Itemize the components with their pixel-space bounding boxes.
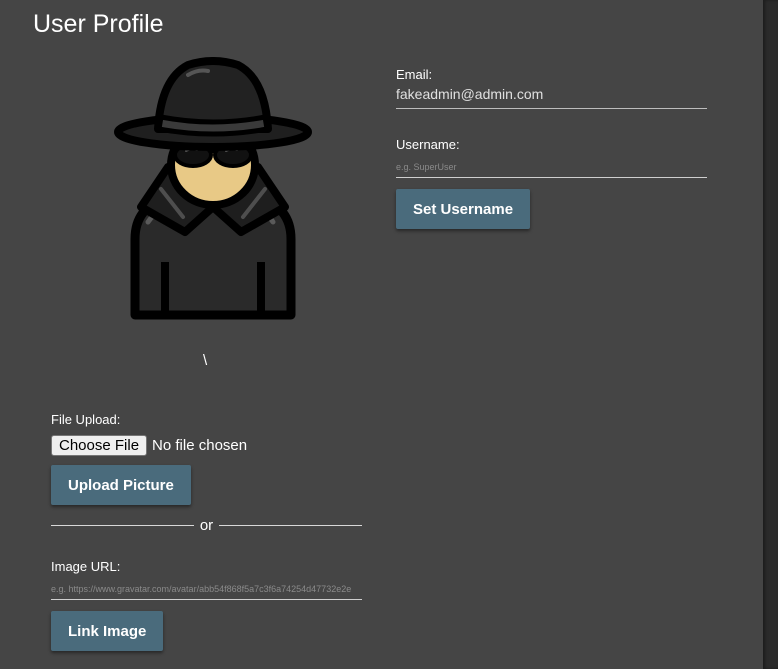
or-divider: or: [51, 515, 362, 535]
spy-avatar-icon: [114, 57, 312, 320]
file-status-text: No file chosen: [152, 436, 248, 454]
choose-file-button[interactable]: Choose File: [51, 434, 148, 456]
username-label: Username:: [396, 137, 460, 152]
divider-line-right: [219, 524, 362, 526]
image-url-label: Image URL:: [51, 559, 121, 574]
link-image-button[interactable]: Link Image: [51, 611, 164, 651]
image-url-input[interactable]: [51, 579, 362, 600]
divider-text: or: [199, 516, 214, 534]
email-value: fakeadmin@admin.com: [396, 86, 707, 109]
page-scrollbar[interactable]: [763, 0, 778, 669]
page-title: User Profile: [33, 10, 164, 38]
username-input[interactable]: [396, 157, 707, 178]
file-upload-control: Choose File No file chosen: [51, 434, 247, 456]
email-label: Email:: [396, 67, 433, 82]
set-username-button[interactable]: Set Username: [396, 189, 531, 229]
avatar-caption: \: [203, 352, 208, 369]
file-upload-label: File Upload:: [51, 412, 121, 427]
user-profile-page: User Profile \ File Upload: Choose File …: [0, 0, 778, 669]
divider-line-left: [51, 524, 194, 526]
upload-picture-button[interactable]: Upload Picture: [51, 465, 191, 505]
